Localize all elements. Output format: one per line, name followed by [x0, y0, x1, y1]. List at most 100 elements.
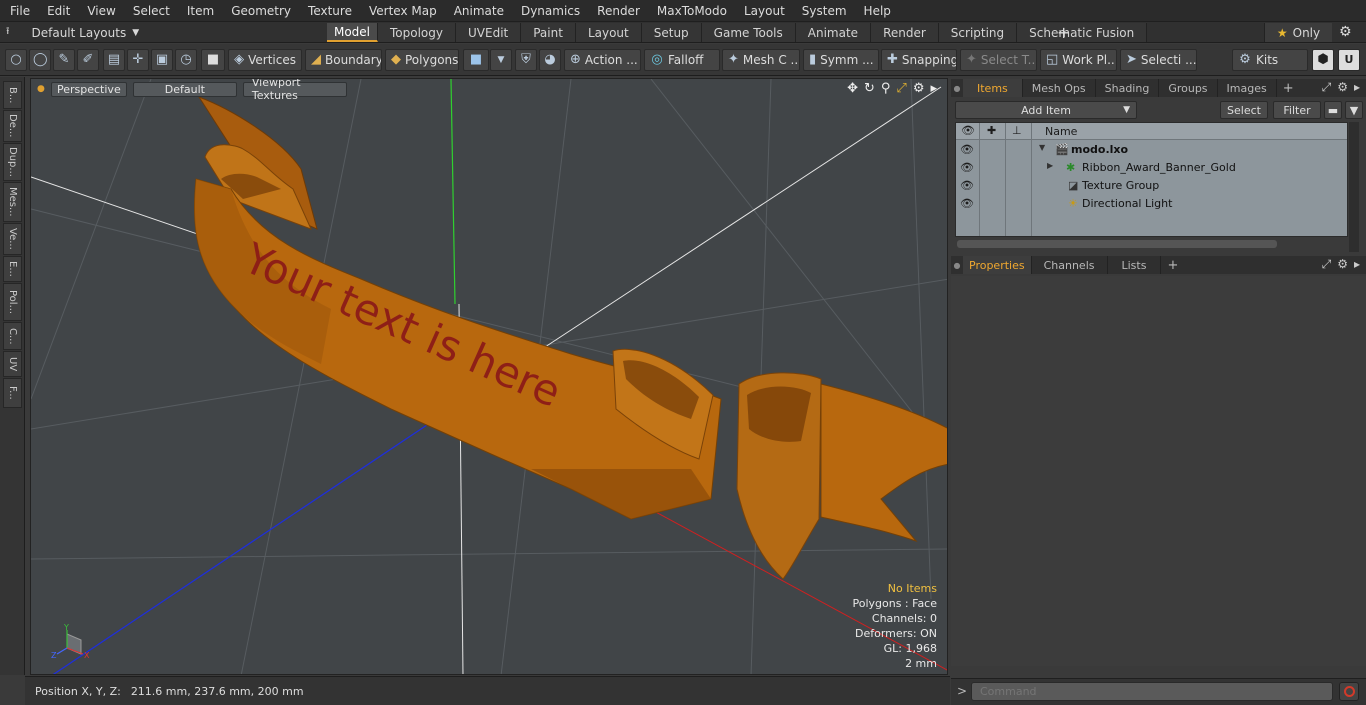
mesh-constraint-button[interactable]: ✦ Mesh C ... — [722, 49, 800, 71]
tab-channels[interactable]: Channels — [1032, 256, 1108, 274]
menu-maxtomodo[interactable]: MaxToModo — [647, 4, 734, 18]
vtab-deform[interactable]: De... — [3, 110, 22, 142]
vtab-polygon[interactable]: Pol... — [3, 283, 22, 321]
shading-style-button[interactable]: Default — [132, 81, 237, 97]
unreal-button[interactable]: U — [1338, 49, 1360, 71]
name-column-header[interactable]: Name — [1045, 125, 1077, 138]
menu-dynamics[interactable]: Dynamics — [511, 4, 587, 18]
center-button[interactable]: ✛ — [127, 49, 149, 71]
kits-button[interactable]: ⚙ Kits — [1232, 49, 1308, 71]
panel-menu-icon[interactable]: ▸ — [1354, 80, 1360, 95]
only-button[interactable]: ★ Only — [1264, 23, 1332, 42]
gear-icon[interactable]: ⚙ — [1339, 24, 1352, 40]
add-panel-tab-icon[interactable]: + — [1161, 258, 1184, 273]
tab-animate[interactable]: Animate — [795, 23, 872, 42]
tree-row-scene[interactable]: 👁 ▼ 🎬 modo.lxo — [956, 141, 1347, 159]
tab-lists[interactable]: Lists — [1108, 256, 1162, 274]
funnel-button[interactable]: ▼ — [1345, 101, 1363, 119]
panel-grip-icon[interactable]: ● — [951, 256, 963, 274]
eye-icon[interactable]: 👁 — [960, 179, 974, 192]
symmetry-button[interactable]: ▮ Symm ... — [803, 49, 879, 71]
tree-row-light[interactable]: 👁 ☀ Directional Light — [956, 195, 1347, 213]
maximize-icon[interactable]: ⤢ — [1322, 80, 1332, 95]
vtab-curve[interactable]: C... — [3, 322, 22, 350]
unity-button[interactable]: ⬢ — [1312, 49, 1334, 71]
viewport-textures-button[interactable]: Viewport Textures — [242, 79, 347, 102]
align-button[interactable]: ▤ — [103, 49, 125, 71]
work-plane-button[interactable]: ◱ Work Pl... — [1040, 49, 1117, 71]
add-item-button[interactable]: Add Item ▼ — [955, 101, 1137, 119]
brush-button[interactable]: ✐ — [77, 49, 99, 71]
3d-viewport[interactable]: Your text is here ● Perspective Default … — [30, 78, 948, 675]
vtab-duplicate[interactable]: Dup... — [3, 143, 22, 181]
zoom-view-icon[interactable]: ⚲ — [881, 81, 891, 96]
viewport-gear-icon[interactable]: ⚙ — [913, 81, 925, 96]
eye-icon[interactable]: 👁 — [960, 161, 974, 174]
vtab-edge[interactable]: E... — [3, 256, 22, 282]
material-dropdown-button[interactable]: ▼ — [490, 49, 512, 71]
action-center-button[interactable]: ⊕ Action ... — [564, 49, 641, 71]
command-input[interactable] — [971, 682, 1333, 701]
polygons-button[interactable]: ◆ Polygons — [385, 49, 459, 71]
tab-model[interactable]: Model — [327, 23, 378, 42]
tab-paint[interactable]: Paint — [521, 23, 576, 42]
tab-render[interactable]: Render — [871, 23, 939, 42]
tree-row-mesh[interactable]: 👁 ▶ ✱ Ribbon_Award_Banner_Gold — [956, 159, 1347, 177]
snapping-button[interactable]: ✚ Snapping — [881, 49, 957, 71]
viewport-expand-icon[interactable]: ▸ — [930, 81, 937, 96]
fit-view-icon[interactable]: ⤢ — [896, 81, 906, 96]
tab-setup[interactable]: Setup — [641, 23, 702, 42]
menu-select[interactable]: Select — [123, 4, 177, 18]
eye-icon[interactable]: 👁 — [960, 143, 974, 156]
menu-render[interactable]: Render — [587, 4, 647, 18]
eye-icon[interactable]: 👁 — [960, 197, 974, 210]
falloff-button[interactable]: ◎ Falloff — [644, 49, 720, 71]
menu-view[interactable]: View — [77, 4, 122, 18]
panel-menu-icon[interactable]: ▸ — [1354, 257, 1360, 272]
pen-button[interactable]: ✎ — [53, 49, 75, 71]
panel-gear-icon[interactable]: ⚙ — [1337, 257, 1348, 272]
menu-system[interactable]: System — [792, 4, 854, 18]
items-mode-button[interactable]: ■ — [201, 49, 225, 71]
tree-vertical-scrollbar[interactable] — [1349, 122, 1359, 252]
menu-file[interactable]: File — [0, 4, 37, 18]
tab-shading[interactable]: Shading — [1096, 79, 1160, 97]
layout-selector[interactable]: ⭱ Default Layouts ▼ — [6, 24, 139, 41]
viewport-menu-dot-icon[interactable]: ● — [37, 84, 45, 94]
panel-gear-icon[interactable]: ⚙ — [1337, 80, 1348, 95]
vtab-vertex[interactable]: Ve... — [3, 223, 22, 255]
record-button[interactable] — [1339, 682, 1359, 701]
filter-button[interactable]: Filter — [1273, 101, 1321, 119]
shield-button[interactable]: ⛨ — [515, 49, 537, 71]
move-view-icon[interactable]: ✥ — [847, 81, 858, 96]
menu-help[interactable]: Help — [854, 4, 898, 18]
rotate-view-icon[interactable]: ↻ — [864, 81, 875, 96]
vtab-fusion[interactable]: F... — [3, 378, 22, 408]
vtab-uv[interactable]: UV — [3, 351, 22, 377]
select-through-button[interactable]: ✦ Select T... — [960, 49, 1037, 71]
maximize-icon[interactable]: ⤢ — [1322, 257, 1332, 272]
tab-layout[interactable]: Layout — [575, 23, 642, 42]
menu-edit[interactable]: Edit — [37, 4, 77, 18]
timer-button[interactable]: ◷ — [175, 49, 197, 71]
menu-geometry[interactable]: Geometry — [221, 4, 298, 18]
vtab-basic[interactable]: B... — [3, 81, 22, 109]
tab-groups[interactable]: Groups — [1159, 79, 1218, 97]
collapse-button[interactable]: ▬ — [1324, 101, 1342, 119]
tab-schematic-fusion[interactable]: Schematic Fusion — [1017, 23, 1148, 42]
material-mode-button[interactable]: ■ — [463, 49, 489, 71]
menu-item[interactable]: Item — [177, 4, 221, 18]
tab-uvedit[interactable]: UVEdit — [456, 23, 522, 42]
globe-button[interactable]: ◯ — [29, 49, 51, 71]
menu-animate[interactable]: Animate — [444, 4, 511, 18]
tab-properties[interactable]: Properties — [963, 256, 1032, 274]
ball-button[interactable]: ◕ — [539, 49, 561, 71]
add-tab-icon[interactable]: + — [1057, 23, 1070, 42]
tab-mesh-ops[interactable]: Mesh Ops — [1023, 79, 1096, 97]
expand-arrow-icon[interactable]: ▶ — [1047, 161, 1053, 170]
view-type-button[interactable]: Perspective — [50, 81, 127, 97]
menu-vertex-map[interactable]: Vertex Map — [359, 4, 444, 18]
menu-texture[interactable]: Texture — [298, 4, 359, 18]
tab-images[interactable]: Images — [1218, 79, 1277, 97]
selection-sets-button[interactable]: ➤ Selecti ... — [1120, 49, 1197, 71]
